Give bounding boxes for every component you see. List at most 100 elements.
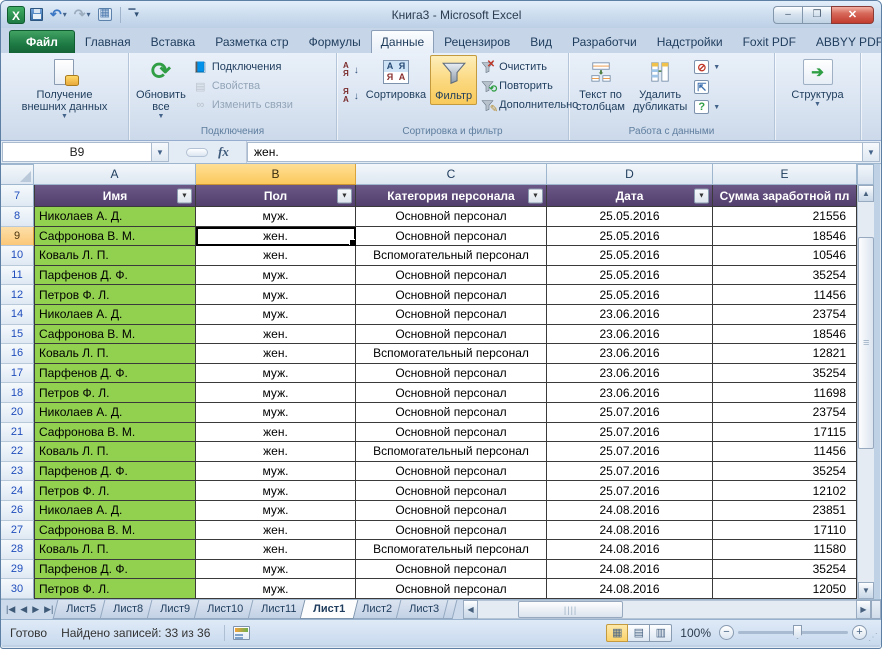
column-header-E[interactable]: E (713, 164, 857, 185)
cell-date[interactable]: 24.08.2016 (547, 520, 713, 541)
column-header-A[interactable]: A (34, 164, 196, 185)
row-header-26[interactable]: 26 (1, 500, 34, 521)
horizontal-scroll-groove[interactable]: |||| (478, 600, 856, 619)
cell-category[interactable]: Основной персонал (356, 520, 547, 541)
cell-name[interactable]: Сафронова В. М. (34, 422, 196, 443)
cell-name[interactable]: Коваль Л. П. (34, 540, 196, 560)
scroll-down-icon[interactable]: ▼ (858, 582, 874, 599)
row-header-17[interactable]: 17 (1, 363, 34, 384)
customize-qat-button[interactable]: ▔▾ (127, 5, 140, 25)
redo-button[interactable]: ↷ ▾ (72, 5, 93, 25)
prev-sheet-icon[interactable]: ◀ (20, 604, 27, 615)
page-layout-view-button[interactable]: ▤ (628, 623, 651, 642)
cell-name[interactable]: Николаев А. Д. (34, 207, 196, 227)
name-box-dropdown-icon[interactable]: ▼ (152, 142, 169, 162)
tab-file[interactable]: Файл (9, 30, 75, 53)
scroll-right-icon[interactable]: ▶ (856, 600, 871, 619)
cell-date[interactable]: 25.07.2016 (547, 402, 713, 423)
cell-sum[interactable]: 23754 (713, 402, 857, 423)
row-header-14[interactable]: 14 (1, 304, 34, 325)
remove-duplicates-button[interactable]: Удалить дубликаты (629, 55, 691, 115)
cell-date[interactable]: 23.06.2016 (547, 324, 713, 345)
cell-category[interactable]: Основной персонал (356, 285, 547, 305)
sheet-tab-Лист1[interactable]: Лист1 (299, 600, 359, 619)
cell-name[interactable]: Петров Ф. Л. (34, 285, 196, 305)
filter-dropdown-icon[interactable]: ▼ (337, 188, 352, 203)
undo-dropdown-icon[interactable]: ▾ (63, 10, 67, 19)
cell-date[interactable]: 24.08.2016 (547, 500, 713, 521)
Подключения-button[interactable]: 📘 Подключения (190, 59, 296, 75)
expand-formula-bar-icon[interactable]: ▼ (862, 142, 880, 162)
scroll-left-icon[interactable]: ◀ (463, 600, 479, 619)
name-box[interactable]: B9 (2, 142, 152, 162)
cell-gender[interactable]: муж. (196, 383, 356, 403)
tab-Foxit PDF[interactable]: Foxit PDF (733, 30, 806, 53)
cell-date[interactable]: 25.07.2016 (547, 481, 713, 501)
cell-date[interactable]: 25.07.2016 (547, 461, 713, 482)
cell-category[interactable]: Основной персонал (356, 481, 547, 501)
cell-sum[interactable]: 11456 (713, 285, 857, 305)
cell-gender[interactable]: жен. (196, 442, 356, 462)
row-header-22[interactable]: 22 (1, 442, 34, 462)
cell-date[interactable]: 25.05.2016 (547, 285, 713, 305)
cell-category[interactable]: Вспомогательный персонал (356, 246, 547, 266)
cell-category[interactable]: Основной персонал (356, 363, 547, 384)
row-header-30[interactable]: 30 (1, 579, 34, 599)
cell-name[interactable]: Николаев А. Д. (34, 304, 196, 325)
close-button[interactable]: ✕ (831, 5, 874, 24)
cell-date[interactable]: 24.08.2016 (547, 540, 713, 560)
cell-name[interactable]: Парфенов Д. Ф. (34, 265, 196, 286)
cell-category[interactable]: Основной персонал (356, 265, 547, 286)
zoom-out-icon[interactable]: − (719, 625, 734, 640)
cell-name[interactable]: Парфенов Д. Ф. (34, 461, 196, 482)
cell-gender[interactable]: муж. (196, 481, 356, 501)
insert-function-icon[interactable]: fx (218, 144, 229, 160)
cell-name[interactable]: Парфенов Д. Ф. (34, 559, 196, 580)
cell-date[interactable]: 25.07.2016 (547, 422, 713, 443)
cell-date[interactable]: 23.06.2016 (547, 344, 713, 364)
zoom-slider-thumb[interactable] (793, 625, 802, 639)
undo-button[interactable]: ↶ ▾ (48, 5, 69, 25)
cell-gender[interactable]: муж. (196, 207, 356, 227)
cell-gender[interactable]: муж. (196, 265, 356, 286)
last-sheet-icon[interactable]: ▶| (44, 604, 53, 615)
cell-date[interactable]: 25.07.2016 (547, 442, 713, 462)
cell-category[interactable]: Основной персонал (356, 422, 547, 443)
filter-dropdown-icon[interactable]: ▼ (694, 188, 709, 203)
cell-sum[interactable]: 11580 (713, 540, 857, 560)
cell-name[interactable]: Коваль Л. П. (34, 344, 196, 364)
cell-sum[interactable]: 35254 (713, 363, 857, 384)
tab-Формулы[interactable]: Формулы (299, 30, 371, 53)
zoom-slider-track[interactable] (738, 625, 848, 639)
cell-name[interactable]: Сафронова В. М. (34, 324, 196, 345)
horizontal-scroll-thumb[interactable]: |||| (518, 601, 624, 618)
filter-dropdown-icon[interactable]: ▼ (177, 188, 192, 203)
cell-category[interactable]: Основной персонал (356, 461, 547, 482)
cell-gender[interactable]: муж. (196, 579, 356, 599)
cell-gender[interactable]: жен. (196, 246, 356, 266)
next-sheet-icon[interactable]: ▶ (32, 604, 39, 615)
cell-sum[interactable]: 18546 (713, 226, 857, 247)
normal-view-button[interactable]: ▦ (606, 623, 629, 642)
sort-button[interactable]: АЯЯА Сортировка (362, 55, 430, 103)
consolidate-button[interactable]: ⇱ (691, 79, 723, 95)
cell-gender[interactable]: муж. (196, 402, 356, 423)
cell-date[interactable]: 23.06.2016 (547, 383, 713, 403)
cell-date[interactable]: 25.05.2016 (547, 226, 713, 247)
outline-button[interactable]: ➔ Структура ▼ (787, 55, 847, 110)
cell-name[interactable]: Петров Ф. Л. (34, 481, 196, 501)
tab-Разработчи[interactable]: Разработчи (562, 30, 647, 53)
macro-record-icon[interactable] (233, 625, 251, 640)
cell-gender[interactable]: жен. (196, 344, 356, 364)
cell-date[interactable]: 25.05.2016 (547, 246, 713, 266)
refresh-all-button[interactable]: ⟳ Обновить все ▼ (132, 55, 190, 122)
tab-Рецензиров[interactable]: Рецензиров (434, 30, 520, 53)
cell-sum[interactable]: 12102 (713, 481, 857, 501)
page-break-view-button[interactable]: ▥ (650, 623, 673, 642)
cell-date[interactable]: 24.08.2016 (547, 559, 713, 580)
column-header-B[interactable]: B (196, 164, 356, 185)
cell-sum[interactable]: 11698 (713, 383, 857, 403)
cell-gender[interactable]: муж. (196, 285, 356, 305)
select-all-corner[interactable] (1, 164, 34, 185)
cell-date[interactable]: 25.05.2016 (547, 207, 713, 227)
